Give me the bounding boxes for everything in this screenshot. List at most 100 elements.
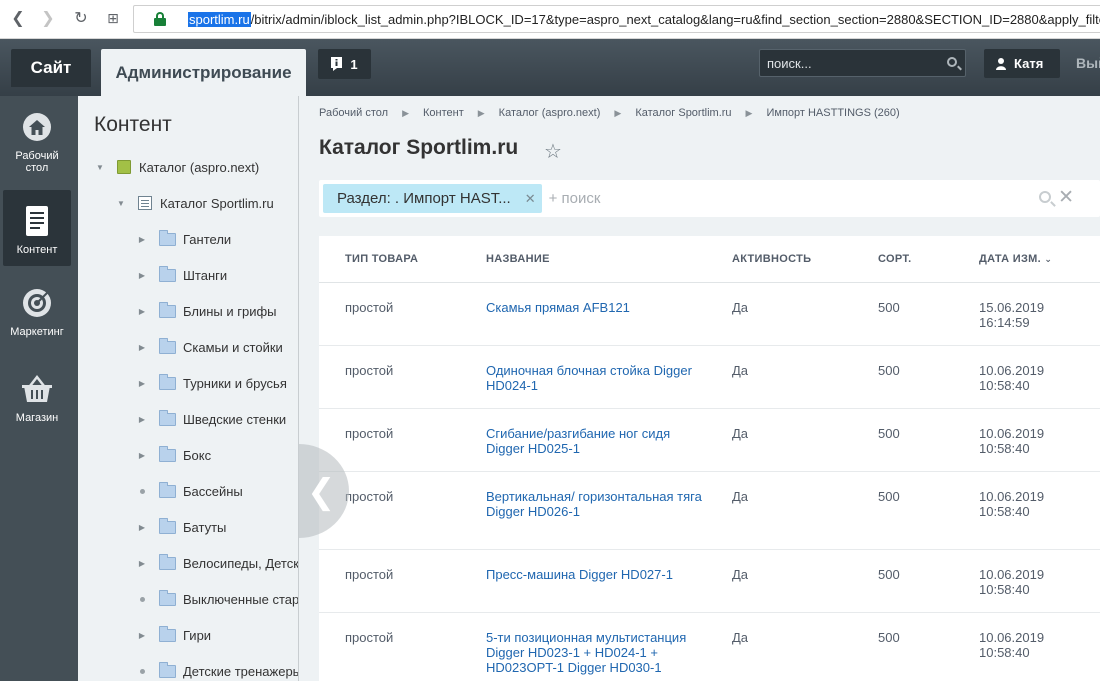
cell-date-time: 10:58:40 — [979, 645, 1030, 660]
tree-item-label: Каталог (aspro.next) — [139, 159, 260, 175]
collapsed-arrow-icon[interactable]: ▶ — [138, 307, 146, 316]
table-row[interactable]: простой 5-ти позиционная мультистанция D… — [319, 613, 1100, 681]
cell-date-time: 10:58:40 — [979, 582, 1030, 597]
cell-name-link[interactable]: Вертикальная/ горизонтальная тяга Digger… — [486, 489, 704, 519]
tree-item-label: Турники и брусья — [183, 375, 287, 391]
breadcrumb-item[interactable]: Контент — [423, 107, 464, 119]
collapsed-arrow-icon[interactable]: ▶ — [138, 379, 146, 388]
menu-item-marketing[interactable]: Маркетинг — [3, 286, 71, 342]
back-icon[interactable]: ❮ — [8, 8, 28, 28]
forward-icon[interactable]: ❯ — [38, 8, 58, 28]
url-host: sportlim.ru — [188, 11, 251, 27]
filter-tag-label: Раздел: . Импорт HAST... — [337, 190, 511, 207]
breadcrumb-item[interactable]: Каталог Sportlim.ru — [635, 107, 731, 119]
tree-item-section[interactable]: Бассейны — [138, 481, 243, 501]
menu-label-content: Контент — [16, 244, 58, 256]
tree-item-section[interactable]: ▶ Штанги — [138, 265, 227, 285]
cell-active: Да — [732, 489, 749, 504]
filter-tag[interactable]: Раздел: . Импорт HAST... ✕ — [323, 184, 542, 213]
tree-item-section[interactable]: ▶ Гири — [138, 625, 211, 645]
section-tree: Контент ▼ Каталог (aspro.next) ▼ Каталог… — [78, 96, 299, 681]
global-search-input[interactable]: поиск... — [759, 49, 966, 77]
user-icon — [996, 57, 1006, 70]
collapsed-arrow-icon[interactable]: ▶ — [138, 631, 146, 640]
notifications-button[interactable]: 1 — [318, 49, 371, 79]
filter-bar[interactable]: Раздел: . Импорт HAST... ✕ + поиск ✕ — [319, 180, 1100, 217]
clear-filter-icon[interactable]: ✕ — [1058, 186, 1074, 209]
tree-item-section[interactable]: ▶ Гантели — [138, 229, 231, 249]
cell-active: Да — [732, 363, 749, 378]
menu-label-marketing: Маркетинг — [10, 326, 64, 338]
collapsed-arrow-icon[interactable]: ▶ — [138, 559, 146, 568]
breadcrumb-item[interactable]: Импорт HASTTINGS (260) — [766, 107, 899, 119]
cell-date: 10.06.2019 10:58:40 — [979, 630, 1044, 660]
tree-item-section[interactable]: ▶ Бокс — [138, 445, 211, 465]
menu-item-shop[interactable]: Магазин — [3, 372, 71, 428]
search-icon[interactable] — [1039, 191, 1051, 203]
table-row[interactable]: простой Пресс-машина Digger HD027-1 Да 5… — [319, 550, 1100, 613]
breadcrumb-item[interactable]: Рабочий стол — [319, 107, 388, 119]
filter-search-input[interactable]: + поиск — [549, 190, 601, 207]
column-header-date[interactable]: ДАТА ИЗМ. ⌄ — [979, 253, 1052, 265]
cell-name-link[interactable]: Скамья прямая AFB121 — [486, 300, 706, 315]
tree-item-catalog-root[interactable]: ▼ Каталог (aspro.next) — [96, 157, 259, 177]
global-search-placeholder: поиск... — [767, 55, 812, 71]
collapsed-arrow-icon[interactable]: ▶ — [138, 235, 146, 244]
user-button[interactable]: Катя — [984, 49, 1060, 78]
table-row[interactable]: простой Сгибание/разгибание ног сидя Dig… — [319, 409, 1100, 472]
tree-item-section[interactable]: ▶ Блины и грифы — [138, 301, 277, 321]
tree-item-label: Штанги — [183, 267, 228, 283]
apps-icon[interactable]: ⊞ — [103, 8, 123, 28]
folder-icon — [159, 553, 176, 570]
site-tab[interactable]: Сайт — [11, 49, 91, 87]
folder-icon — [159, 265, 176, 282]
column-header-name[interactable]: НАЗВАНИЕ — [486, 253, 550, 265]
logout-link[interactable]: Вый — [1076, 55, 1100, 71]
cell-date: 10.06.2019 10:58:40 — [979, 363, 1044, 393]
tree-item-section[interactable]: Выключенные старые — [138, 589, 298, 609]
tree-item-section[interactable]: ▶ Турники и брусья — [138, 373, 287, 393]
address-bar[interactable]: sportlim.ru/bitrix/admin/iblock_list_adm… — [133, 5, 1100, 33]
menu-item-content[interactable]: Контент — [3, 190, 71, 266]
table-row[interactable]: простой Скамья прямая AFB121 Да 500 15.0… — [319, 283, 1100, 346]
expanded-arrow-icon[interactable]: ▼ — [117, 199, 125, 208]
tree-item-iblock[interactable]: ▼ Каталог Sportlim.ru — [117, 193, 274, 213]
tree-item-section[interactable]: ▶ Велосипеды, Детские — [138, 553, 298, 573]
folder-icon — [159, 481, 176, 498]
cell-name-link[interactable]: Сгибание/разгибание ног сидя Digger HD02… — [486, 426, 686, 456]
folder-icon — [159, 373, 176, 390]
collapsed-arrow-icon[interactable]: ▶ — [138, 451, 146, 460]
cell-name-link[interactable]: Пресс-машина Digger HD027-1 — [486, 567, 706, 582]
cell-sort: 500 — [878, 363, 900, 378]
folder-icon — [159, 301, 176, 318]
cell-sort: 500 — [878, 489, 900, 504]
collapsed-arrow-icon[interactable]: ▶ — [138, 343, 146, 352]
table-row[interactable]: простой Одиночная блочная стойка Digger … — [319, 346, 1100, 409]
cell-name-link[interactable]: Одиночная блочная стойка Digger HD024-1 — [486, 363, 706, 393]
admin-tab[interactable]: Администрирование — [101, 49, 306, 96]
tree-item-label: Детские тренажеры — [183, 663, 299, 679]
table-row[interactable]: простой Вертикальная/ горизонтальная тяг… — [319, 472, 1100, 550]
cell-name-link[interactable]: 5-ти позиционная мультистанция Digger HD… — [486, 630, 696, 675]
remove-tag-icon[interactable]: ✕ — [525, 191, 536, 207]
cell-date-time: 10:58:40 — [979, 504, 1030, 519]
collapsed-arrow-icon[interactable]: ▶ — [138, 271, 146, 280]
column-header-sort[interactable]: СОРТ. — [878, 253, 911, 265]
cell-active: Да — [732, 300, 749, 315]
favorite-star-icon[interactable]: ☆ — [544, 139, 562, 164]
tree-item-section[interactable]: Детские тренажеры — [138, 661, 299, 681]
reload-icon[interactable]: ↻ — [71, 8, 91, 28]
collapsed-arrow-icon[interactable]: ▶ — [138, 523, 146, 532]
folder-icon — [159, 517, 176, 534]
expanded-arrow-icon[interactable]: ▼ — [96, 163, 104, 172]
breadcrumb-item[interactable]: Каталог (aspro.next) — [499, 107, 601, 119]
menu-item-desktop[interactable]: Рабочий стол — [3, 110, 71, 180]
search-icon[interactable] — [947, 57, 957, 67]
column-header-type[interactable]: ТИП ТОВАРА — [345, 253, 418, 265]
tree-item-section[interactable]: ▶ Скамьи и стойки — [138, 337, 283, 357]
column-header-active[interactable]: АКТИВНОСТЬ — [732, 253, 811, 265]
tree-item-section[interactable]: ▶ Шведские стенки — [138, 409, 286, 429]
leaf-dot-icon — [138, 595, 146, 603]
collapsed-arrow-icon[interactable]: ▶ — [138, 415, 146, 424]
tree-item-section[interactable]: ▶ Батуты — [138, 517, 226, 537]
